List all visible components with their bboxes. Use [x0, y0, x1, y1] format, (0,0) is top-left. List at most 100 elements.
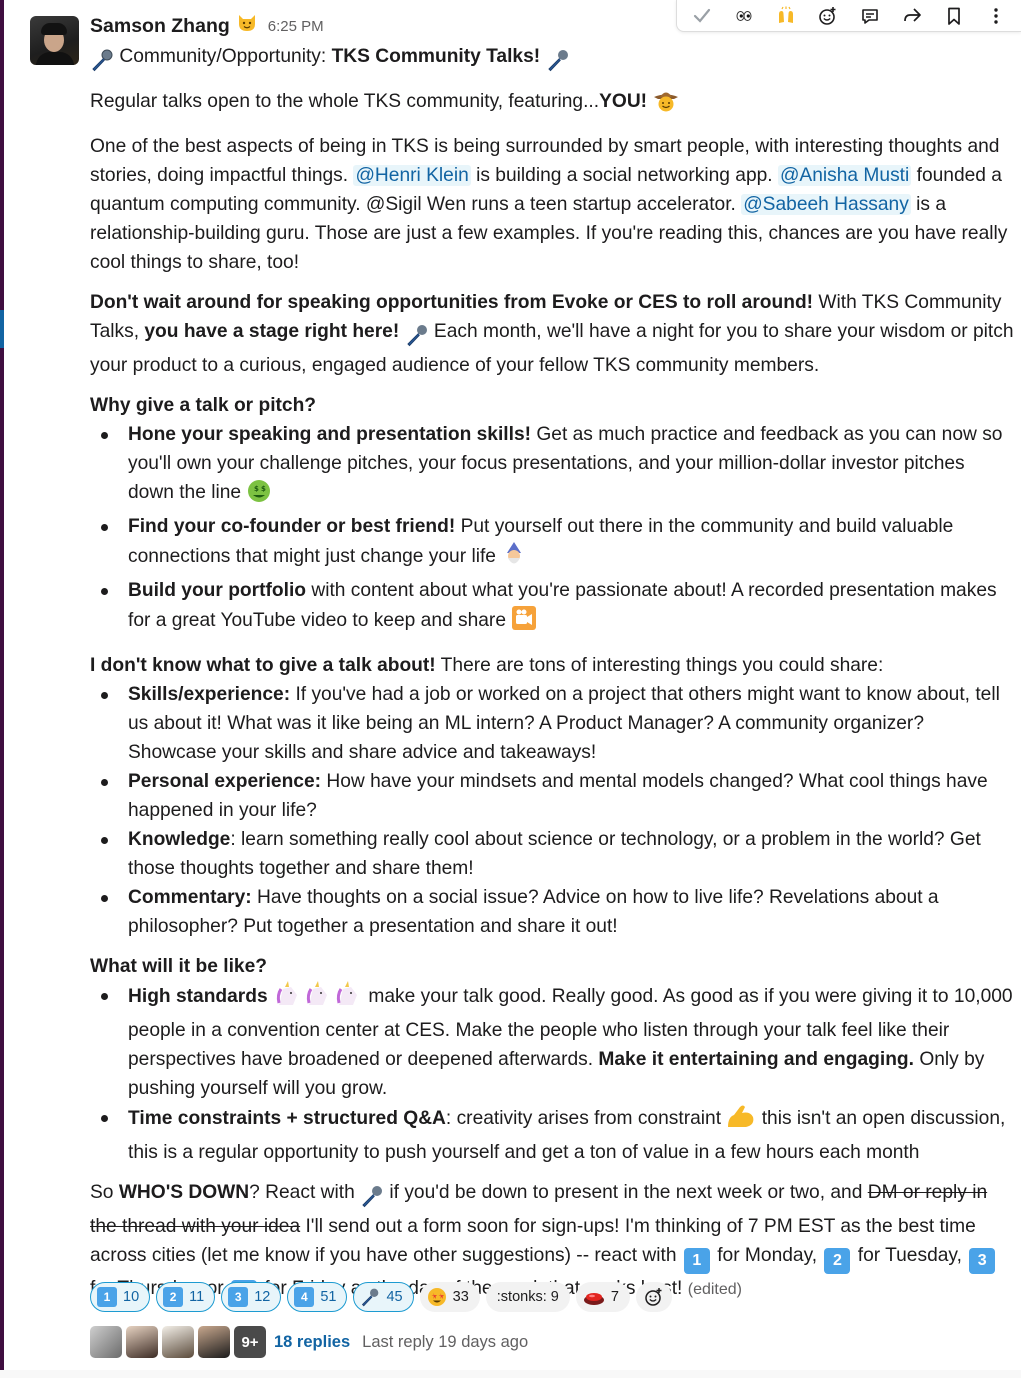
- reaction-count: 7: [610, 1289, 619, 1305]
- reaction-microphone[interactable]: 45: [353, 1282, 414, 1312]
- paragraph-text: for Tuesday,: [852, 1245, 968, 1266]
- paragraph-bold: Don't wait around for speaking opportuni…: [90, 292, 814, 313]
- paragraph-text: if you'd be down to present in the next …: [384, 1182, 868, 1203]
- microphone-icon: [90, 47, 114, 76]
- sender-name[interactable]: Samson Zhang: [90, 12, 230, 41]
- ideas-list: Skills/experience: If you've had a job o…: [90, 680, 1014, 941]
- members-paragraph: One of the best aspects of being in TKS …: [90, 132, 1014, 277]
- ideas-heading: I don't know what to give a talk about! …: [90, 651, 1014, 680]
- list-item: Time constraints + structured Q&A: creat…: [101, 1103, 1014, 1167]
- unicorn-icon: [273, 981, 363, 1016]
- reaction-count: 45: [386, 1289, 403, 1305]
- mention-henri-klein[interactable]: @Henri Klein: [353, 165, 471, 186]
- intro-bold: YOU!: [599, 91, 648, 112]
- keycap-two-icon: 2: [824, 1247, 851, 1274]
- keycap-three-icon: 3: [969, 1247, 996, 1274]
- list-item-bold: Hone your speaking and presentation skil…: [128, 424, 532, 445]
- cowboy-face-icon: [652, 88, 680, 121]
- why-heading: Why give a talk or pitch?: [90, 395, 317, 416]
- ideas-heading-text: There are tons of interesting things you…: [435, 655, 884, 676]
- reaction-count: 51: [320, 1289, 337, 1305]
- add-reaction-button[interactable]: [635, 1282, 672, 1312]
- message-title: Community/Opportunity: TKS Community Tal…: [90, 42, 1014, 76]
- last-reply-time: Last reply 19 days ago: [362, 1332, 529, 1351]
- list-item: Hone your speaking and presentation skil…: [101, 420, 1014, 512]
- reaction-keycap-four[interactable]: 4 51: [287, 1282, 348, 1312]
- list-item-bold: Personal experience:: [128, 771, 322, 792]
- list-item: Personal experience: How have your minds…: [101, 767, 1014, 825]
- keycap-four-icon: 4: [294, 1287, 315, 1307]
- reaction-keycap-three[interactable]: 3 12: [221, 1282, 282, 1312]
- reaction-count: 12: [254, 1289, 271, 1305]
- keycap-one-icon: 1: [683, 1247, 710, 1274]
- bottom-divider: [0, 1370, 1021, 1378]
- replies-link[interactable]: 18 replies: [274, 1333, 350, 1352]
- title-prefix: Community/Opportunity:: [119, 46, 327, 67]
- sender-avatar[interactable]: [30, 16, 79, 65]
- list-item-bold: Skills/experience:: [128, 684, 291, 705]
- paragraph-text: So: [90, 1182, 119, 1203]
- movie-camera-icon: [511, 605, 537, 640]
- message-header: Samson Zhang 6:25 PM: [90, 10, 1014, 42]
- list-item: Commentary: Have thoughts on a social is…: [101, 883, 1014, 941]
- list-item: Knowledge: learn something really cool a…: [101, 825, 1014, 883]
- reaction-red-button[interactable]: 7: [575, 1282, 630, 1312]
- reaction-count: 10: [123, 1289, 140, 1305]
- star-struck-icon: [427, 1287, 447, 1307]
- reaction-count: 9: [550, 1289, 559, 1305]
- mage-icon: [501, 541, 527, 576]
- paragraph-bold: WHO'S DOWN: [118, 1182, 250, 1203]
- intro-paragraph: Regular talks open to the whole TKS comm…: [90, 87, 1014, 121]
- keycap-two-icon: 2: [163, 1287, 184, 1307]
- list-item-bold: High standards: [128, 986, 268, 1007]
- money-mouth-face-icon: $ $: [246, 479, 272, 512]
- reaction-star-struck[interactable]: 33: [419, 1282, 480, 1312]
- mention-anisha-musti[interactable]: @Anisha Musti: [777, 165, 912, 186]
- stage-paragraph: Don't wait around for speaking opportuni…: [90, 288, 1014, 380]
- keycap-one-icon: 1: [97, 1287, 117, 1307]
- reaction-keycap-two[interactable]: 2 11: [156, 1282, 216, 1312]
- list-item-bold: Time constraints + structured Q&A: [128, 1108, 446, 1129]
- avatar: [198, 1326, 230, 1358]
- paragraph-bold: you have a stage right here!: [144, 321, 400, 342]
- list-item: High standards make your talk good. Real…: [101, 981, 1014, 1103]
- reaction-count: 33: [452, 1289, 469, 1305]
- avatar-hair: [41, 23, 67, 35]
- workspace-sidebar-edge: [0, 0, 4, 1378]
- avatar-body: [36, 52, 74, 65]
- list-item: Find your co-founder or best friend! Put…: [101, 512, 1014, 576]
- message-body: Samson Zhang 6:25 PM Community/Opportuni…: [90, 10, 1014, 1317]
- list-item: Skills/experience: If you've had a job o…: [101, 680, 1014, 767]
- list-item-bold: Commentary:: [128, 887, 252, 908]
- why-list: Hone your speaking and presentation skil…: [90, 420, 1014, 640]
- list-item-bold: Build your portfolio: [128, 580, 306, 601]
- reactions-bar: 1 10 2 11 3 12 4 51 45 33 :stonks: 9 7: [90, 1282, 672, 1312]
- list-item-bold: Knowledge: [128, 829, 231, 850]
- more-participants-badge: 9+: [234, 1326, 266, 1358]
- list-item: Build your portfolio with content about …: [101, 576, 1014, 640]
- reaction-custom-label: :stonks:: [496, 1289, 547, 1305]
- avatar: [162, 1326, 194, 1358]
- reaction-count: 11: [189, 1289, 205, 1305]
- title-bold: TKS Community Talks!: [331, 46, 541, 67]
- message-timestamp[interactable]: 6:25 PM: [268, 12, 324, 41]
- list-item-text: : learn something really cool about scie…: [128, 829, 981, 879]
- thread-summary[interactable]: 9+ 18 replies Last reply 19 days ago: [90, 1326, 528, 1358]
- intro-text: Regular talks open to the whole TKS comm…: [90, 91, 600, 112]
- list-item-bold: Find your co-founder or best friend!: [128, 516, 456, 537]
- red-button-icon: [583, 1287, 605, 1307]
- svg-text:$: $: [254, 485, 259, 493]
- microphone-icon: [405, 322, 429, 351]
- ideas-heading-bold: I don't know what to give a talk about!: [90, 655, 436, 676]
- reaction-stonks[interactable]: :stonks: 9: [485, 1282, 570, 1312]
- svg-text:$: $: [261, 485, 266, 493]
- microphone-icon: [360, 1287, 380, 1307]
- avatar: [90, 1326, 122, 1358]
- mention-sabeeh-hassany[interactable]: @Sabeeh Hassany: [741, 194, 911, 215]
- microphone-icon: [546, 47, 570, 76]
- edited-label: (edited): [687, 1280, 742, 1298]
- sidebar-active-marker: [0, 310, 4, 348]
- list-item-bold: Make it entertaining and engaging.: [598, 1049, 914, 1070]
- reaction-keycap-one[interactable]: 1 10: [90, 1282, 151, 1312]
- flexed-biceps-icon: [726, 1103, 756, 1138]
